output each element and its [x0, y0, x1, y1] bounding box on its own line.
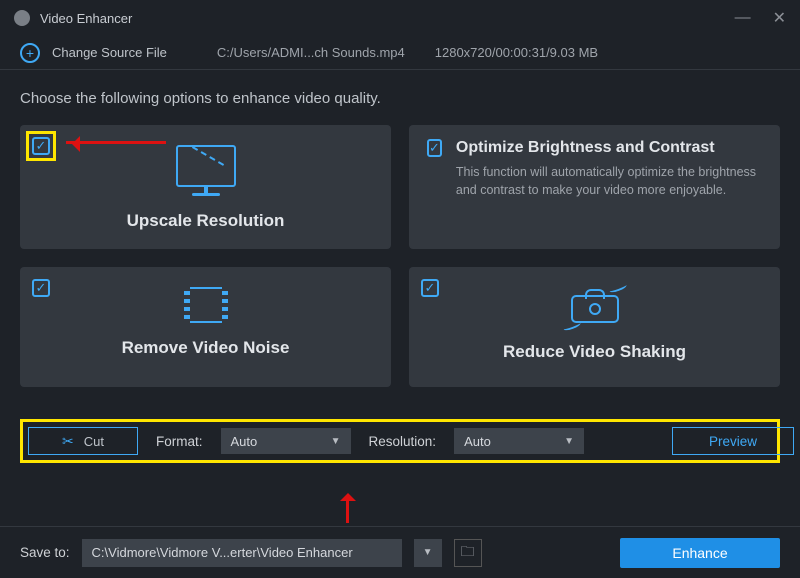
resolution-select[interactable]: Auto ▼	[454, 428, 584, 454]
title-bar: Video Enhancer — ✕	[0, 0, 800, 36]
instruction-text: Choose the following options to enhance …	[20, 90, 780, 107]
chevron-down-icon: ▼	[331, 436, 341, 447]
save-to-label: Save to:	[20, 545, 70, 560]
main-content: Choose the following options to enhance …	[0, 70, 800, 397]
browse-folder-button[interactable]: 🗀	[454, 539, 482, 567]
source-file-info: 1280x720/00:00:31/9.03 MB	[435, 45, 598, 60]
card-title-noise: Remove Video Noise	[38, 338, 373, 358]
close-button[interactable]: ✕	[773, 8, 786, 28]
folder-icon: 🗀	[461, 541, 475, 565]
resolution-value: Auto	[464, 434, 491, 449]
minimize-button[interactable]: —	[735, 9, 751, 27]
app-title: Video Enhancer	[40, 11, 132, 26]
preview-button[interactable]: Preview	[672, 427, 794, 455]
checkbox-shaking[interactable]	[421, 279, 439, 297]
film-icon	[184, 287, 228, 323]
monitor-icon	[176, 145, 236, 196]
checkbox-brightness[interactable]	[427, 139, 442, 157]
camera-shake-icon	[567, 287, 623, 327]
save-path-field[interactable]: C:\Vidmore\Vidmore V...erter\Video Enhan…	[82, 539, 402, 567]
add-source-icon[interactable]: +	[20, 43, 40, 63]
checkbox-noise[interactable]	[32, 279, 50, 297]
save-row: Save to: C:\Vidmore\Vidmore V...erter\Vi…	[0, 526, 800, 578]
card-remove-noise[interactable]: Remove Video Noise	[20, 267, 391, 387]
card-upscale-resolution[interactable]: Upscale Resolution	[20, 125, 391, 249]
card-title-upscale: Upscale Resolution	[38, 211, 373, 231]
chevron-down-icon: ▼	[564, 436, 574, 447]
resolution-label: Resolution:	[369, 434, 437, 449]
cut-button-label: Cut	[84, 434, 104, 449]
format-value: Auto	[231, 434, 258, 449]
app-icon	[14, 10, 30, 26]
cut-button[interactable]: ✂ Cut	[28, 427, 138, 455]
card-brightness-contrast[interactable]: Optimize Brightness and Contrast This fu…	[409, 125, 780, 249]
source-file-path: C:/Users/ADMI...ch Sounds.mp4	[217, 45, 405, 60]
options-toolbar: ✂ Cut Format: Auto ▼ Resolution: Auto ▼ …	[20, 419, 780, 463]
save-path-dropdown[interactable]: ▼	[414, 539, 442, 567]
card-reduce-shaking[interactable]: Reduce Video Shaking	[409, 267, 780, 387]
format-select[interactable]: Auto ▼	[221, 428, 351, 454]
scissors-icon: ✂	[62, 433, 74, 450]
format-label: Format:	[156, 434, 203, 449]
source-file-row: + Change Source File C:/Users/ADMI...ch …	[0, 36, 800, 70]
card-title-shaking: Reduce Video Shaking	[427, 342, 762, 362]
annotation-arrow-left	[66, 141, 166, 144]
card-desc-brightness: This function will automatically optimiz…	[456, 163, 762, 199]
change-source-link[interactable]: Change Source File	[52, 45, 167, 60]
enhance-button[interactable]: Enhance	[620, 538, 780, 568]
save-path-value: C:\Vidmore\Vidmore V...erter\Video Enhan…	[92, 545, 353, 560]
annotation-highlight-box	[26, 131, 56, 161]
card-title-brightness: Optimize Brightness and Contrast	[456, 139, 762, 157]
